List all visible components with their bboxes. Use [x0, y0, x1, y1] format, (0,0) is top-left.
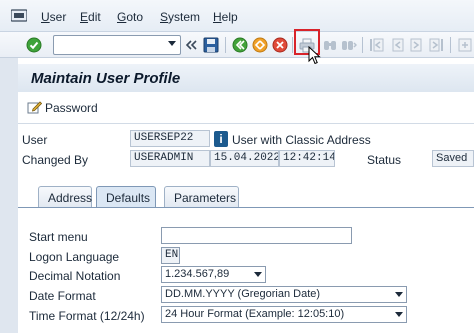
toolbar-separator	[450, 37, 451, 53]
date-format-dropdown[interactable]: DD.MM.YYYY (Gregorian Date)	[161, 286, 407, 303]
tab-address[interactable]: Address	[38, 186, 92, 208]
time-format-value: 24 Hour Format (Example: 12:05:10)	[165, 308, 345, 320]
save-icon[interactable]	[202, 36, 220, 54]
enter-check-icon[interactable]	[25, 36, 43, 54]
divider	[18, 123, 474, 124]
first-page-icon[interactable]	[368, 36, 386, 54]
menu-goto[interactable]: Goto	[117, 10, 143, 24]
status-field[interactable]: Saved	[432, 150, 474, 167]
menu-help[interactable]: Help	[213, 10, 238, 24]
menu-system[interactable]: System	[160, 10, 200, 24]
chevron-down-icon	[395, 292, 403, 297]
command-dropdown-icon[interactable]	[165, 36, 179, 52]
start-menu-label: Start menu	[29, 230, 88, 244]
standard-toolbar	[0, 32, 474, 58]
tab-parameters[interactable]: Parameters	[164, 186, 239, 208]
collapse-command-icon[interactable]	[184, 36, 198, 54]
left-edge-strip	[0, 58, 18, 333]
logon-language-label: Logon Language	[29, 250, 120, 264]
date-format-label: Date Format	[29, 289, 96, 303]
logon-language-field[interactable]: EN	[161, 247, 180, 264]
start-menu-input[interactable]	[161, 227, 352, 244]
command-field[interactable]	[53, 35, 181, 55]
exit-icon[interactable]	[251, 36, 269, 54]
toolbar-separator	[292, 37, 293, 53]
create-session-icon[interactable]	[456, 36, 474, 54]
changed-by-label: Changed By	[22, 153, 89, 167]
chevron-down-icon	[395, 312, 403, 317]
menu-bar: User Edit Goto System Help	[0, 0, 474, 32]
password-button-label: Password	[45, 101, 98, 115]
system-menu-icon[interactable]	[10, 7, 28, 25]
decimal-notation-dropdown[interactable]: 1.234.567,89	[161, 266, 266, 283]
pencil-icon	[27, 100, 43, 117]
back-icon[interactable]	[231, 36, 249, 54]
user-field[interactable]: USERSEP22	[130, 130, 210, 147]
user-label: User	[22, 133, 48, 147]
time-format-dropdown[interactable]: 24 Hour Format (Example: 12:05:10)	[161, 306, 407, 323]
date-format-value: DD.MM.YYYY (Gregorian Date)	[165, 288, 321, 300]
chevron-down-icon	[254, 272, 262, 277]
decimal-notation-value: 1.234.567,89	[165, 268, 230, 280]
status-label: Status	[367, 153, 402, 167]
title-bar: Maintain User Profile	[18, 64, 474, 92]
decimal-notation-label: Decimal Notation	[29, 269, 121, 283]
menu-user[interactable]: User	[41, 10, 66, 24]
changed-date-field[interactable]: 15.04.2022	[210, 150, 279, 167]
changed-time-field[interactable]: 12:42:14	[279, 150, 335, 167]
password-button[interactable]: Password	[27, 99, 98, 117]
page-title: Maintain User Profile	[31, 70, 181, 87]
find-next-icon[interactable]	[340, 36, 358, 54]
mouse-cursor-icon	[308, 46, 321, 65]
changed-by-field[interactable]: USERADMIN	[130, 150, 210, 167]
find-icon[interactable]	[321, 36, 339, 54]
toolbar-separator	[225, 37, 226, 53]
time-format-label: Time Format (12/24h)	[29, 309, 145, 323]
user-type-text: User with Classic Address	[232, 133, 371, 147]
tab-defaults[interactable]: Defaults	[96, 186, 156, 208]
cancel-icon[interactable]	[271, 36, 289, 54]
info-icon[interactable]: i	[214, 131, 228, 147]
toolbar-separator	[362, 37, 363, 53]
last-page-icon[interactable]	[428, 36, 446, 54]
previous-page-icon[interactable]	[388, 36, 406, 54]
next-page-icon[interactable]	[408, 36, 426, 54]
menu-edit[interactable]: Edit	[80, 10, 101, 24]
